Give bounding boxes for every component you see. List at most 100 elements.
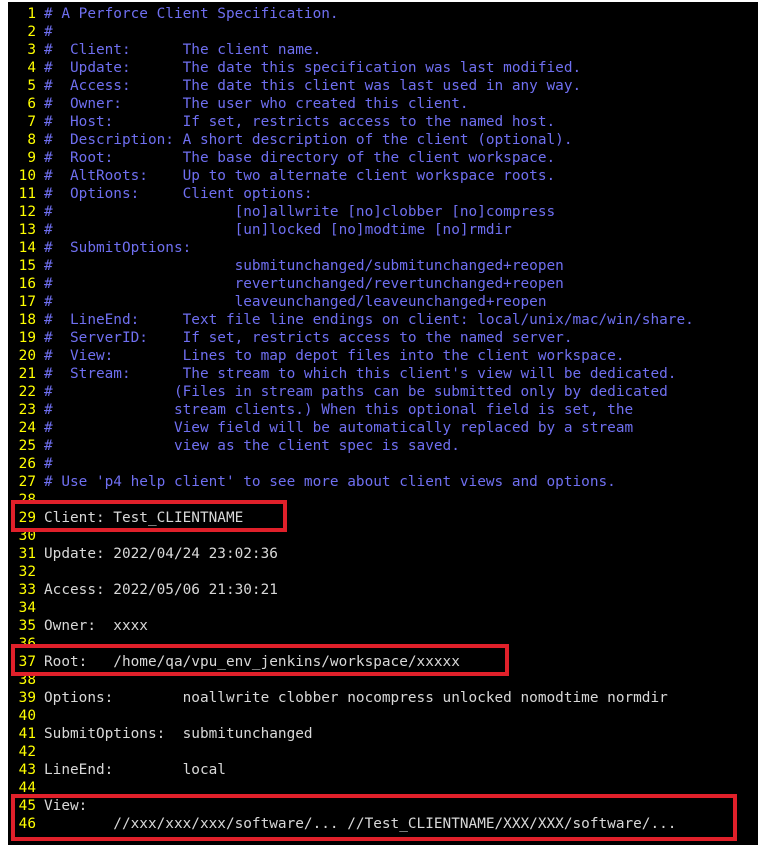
editor-line[interactable]: 35 Owner: xxxx [8,617,694,635]
editor-line[interactable]: 3 # Client: The client name. [8,41,694,59]
spec-field-text: LineEnd: local [44,762,226,778]
line-number: 33 [18,582,36,598]
line-number: 5 [27,78,36,94]
line-number: 8 [27,132,36,148]
comment-text: # [un]locked [no]modtime [no]rmdir [44,222,512,238]
line-number: 27 [18,474,36,490]
editor-line[interactable]: 15 # submitunchanged/submitunchanged+reop… [8,257,694,275]
editor-line[interactable]: 11 # Options: Client options: [8,185,694,203]
comment-text: # LineEnd: Text file line endings on cli… [44,312,694,328]
editor-line[interactable]: 7 # Host: If set, restricts access to the… [8,113,694,131]
editor-line[interactable]: 16 # revertunchanged/revertunchanged+reop… [8,275,694,293]
editor-line[interactable]: 18 # LineEnd: Text file line endings on c… [8,311,694,329]
line-number: 1 [27,6,36,22]
line-number: 10 [18,168,36,184]
editor-line[interactable]: 25 # view as the client spec is saved. [8,437,694,455]
spec-field-text: Owner: xxxx [44,618,148,634]
editor-line[interactable]: 26 # [8,455,694,473]
terminal-editor-window[interactable]: 1 # A Perforce Client Specification. 2 #3 # … [8,2,758,845]
highlight-box-view [11,794,737,841]
comment-text: # submitunchanged/submitunchanged+reopen [44,258,564,274]
line-number: 32 [18,564,36,580]
comment-text: # SubmitOptions: [44,240,192,256]
editor-text-area[interactable]: 1 # A Perforce Client Specification. 2 #3 # … [8,5,694,833]
comment-text: # View: Lines to map depot files into th… [44,348,625,364]
line-number: 26 [18,456,36,472]
line-number: 25 [18,438,36,454]
line-number: 13 [18,222,36,238]
line-number: 6 [27,96,36,112]
editor-line[interactable]: 41 SubmitOptions: submitunchanged [8,725,694,743]
comment-text: # [44,24,53,40]
comment-text: # [44,456,53,472]
highlight-box-client [11,500,287,532]
editor-line[interactable]: 8 # Description: A short description of t… [8,131,694,149]
comment-text: # Access: The date this client was last … [44,78,582,94]
editor-line[interactable]: 17 # leaveunchanged/leaveunchanged+reopen [8,293,694,311]
comment-text: # AltRoots: Up to two alternate client w… [44,168,556,184]
spec-field-text: Update: 2022/04/24 23:02:36 [44,546,278,562]
line-number: 21 [18,366,36,382]
line-number: 39 [18,690,36,706]
line-number: 4 [27,60,36,76]
highlight-box-root [11,644,509,676]
editor-line[interactable]: 20 # View: Lines to map depot files into … [8,347,694,365]
spec-field-text: Options: noallwrite clobber nocompress u… [44,690,668,706]
comment-text: # leaveunchanged/leaveunchanged+reopen [44,294,547,310]
line-number: 15 [18,258,36,274]
editor-line[interactable]: 22 # (Files in stream paths can be submit… [8,383,694,401]
comment-text: # Client: The client name. [44,42,322,58]
editor-line[interactable]: 13 # [un]locked [no]modtime [no]rmdir [8,221,694,239]
comment-text: # Update: The date this specification wa… [44,60,582,76]
line-number: 23 [18,402,36,418]
editor-line[interactable]: 27 # Use 'p4 help client' to see more abo… [8,473,694,491]
line-number: 2 [27,24,36,40]
comment-text: # Stream: The stream to which this clien… [44,366,677,382]
editor-line[interactable]: 23 # stream clients.) When this optional … [8,401,694,419]
line-number: 12 [18,204,36,220]
comment-text: # Root: The base directory of the client… [44,150,556,166]
editor-line[interactable]: 12 # [no]allwrite [no]clobber [no]compres… [8,203,694,221]
comment-text: # View field will be automatically repla… [44,420,634,436]
editor-line[interactable]: 34 [8,599,694,617]
comment-text: # Owner: The user who created this clien… [44,96,469,112]
editor-line[interactable]: 19 # ServerID: If set, restricts access t… [8,329,694,347]
editor-line[interactable]: 31 Update: 2022/04/24 23:02:36 [8,545,694,563]
comment-text: # A Perforce Client Specification. [44,6,339,22]
editor-line[interactable]: 4 # Update: The date this specification w… [8,59,694,77]
line-number: 34 [18,600,36,616]
editor-line[interactable]: 2 # [8,23,694,41]
line-number: 9 [27,150,36,166]
editor-line[interactable]: 42 [8,743,694,761]
line-number: 35 [18,618,36,634]
line-number: 40 [18,708,36,724]
editor-line[interactable]: 21 # Stream: The stream to which this cli… [8,365,694,383]
line-number: 19 [18,330,36,346]
line-number: 3 [27,42,36,58]
editor-line[interactable]: 43 LineEnd: local [8,761,694,779]
editor-line[interactable]: 24 # View field will be automatically rep… [8,419,694,437]
editor-line[interactable]: 10 # AltRoots: Up to two alternate client… [8,167,694,185]
line-number: 20 [18,348,36,364]
comment-text: # stream clients.) When this optional fi… [44,402,634,418]
comment-text: # Host: If set, restricts access to the … [44,114,556,130]
editor-line[interactable]: 39 Options: noallwrite clobber nocompress… [8,689,694,707]
editor-line[interactable]: 14 # SubmitOptions: [8,239,694,257]
editor-line[interactable]: 9 # Root: The base directory of the clien… [8,149,694,167]
line-number: 18 [18,312,36,328]
line-number: 42 [18,744,36,760]
editor-line[interactable]: 40 [8,707,694,725]
comment-text: # revertunchanged/revertunchanged+reopen [44,276,564,292]
line-number: 41 [18,726,36,742]
line-number: 17 [18,294,36,310]
line-number: 24 [18,420,36,436]
comment-text: # Options: Client options: [44,186,313,202]
editor-line[interactable]: 6 # Owner: The user who created this clie… [8,95,694,113]
spec-field-text: Access: 2022/05/06 21:30:21 [44,582,278,598]
comment-text: # view as the client spec is saved. [44,438,460,454]
editor-line[interactable]: 32 [8,563,694,581]
line-number: 22 [18,384,36,400]
editor-line[interactable]: 1 # A Perforce Client Specification. [8,5,694,23]
editor-line[interactable]: 5 # Access: The date this client was last… [8,77,694,95]
editor-line[interactable]: 33 Access: 2022/05/06 21:30:21 [8,581,694,599]
